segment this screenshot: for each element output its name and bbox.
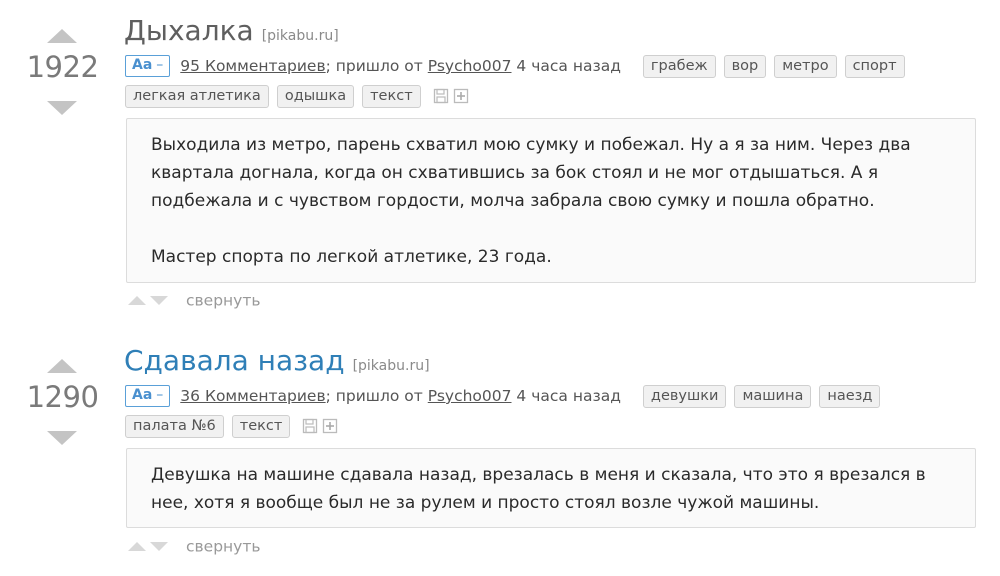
meta-text: 36 Комментариев; пришло от Psycho007 4 ч… [170,384,621,408]
tag[interactable]: текст [362,85,421,108]
author-link[interactable]: Psycho007 [428,387,512,405]
upvote-arrow-icon[interactable] [47,29,77,43]
comments-link[interactable]: 36 Комментариев [180,387,325,405]
time-text: 4 часа назад [511,57,621,75]
downvote-arrow-icon[interactable] [47,431,77,445]
collapse-row: свернуть [128,290,261,310]
font-toggle-label: Aa [132,57,153,73]
story-tags-second-row: палата №6 текст [125,414,338,440]
time-text: 4 часа назад [511,387,621,405]
story-title-line: Сдавала назад [pikabu.ru] [124,344,430,377]
upvote-arrow-icon[interactable] [47,359,77,373]
rating-block: 1922 [20,12,105,122]
rating-block: 1290 [20,342,105,452]
story-tags-second-row: легкая атлетика одышка текст [125,84,469,110]
story-source: [pikabu.ru] [261,28,339,44]
story-paragraph: Выходила из метро, парень схватил мою су… [151,135,911,211]
came-from-text: ; пришло от [325,57,428,75]
font-toggle-dash: – [156,57,164,73]
tags-row: грабеж вор метро спорт [621,54,905,78]
story-meta: Aa –36 Комментариев; пришло от Psycho007 … [125,384,881,410]
font-size-toggle[interactable]: Aa – [125,385,171,407]
collapse-link[interactable]: свернуть [186,292,261,310]
plus-icon[interactable] [322,418,338,438]
save-icon[interactable] [433,88,449,108]
mini-downvote-icon[interactable] [150,296,168,305]
comments-link[interactable]: 95 Комментариев [180,57,325,75]
came-from-text: ; пришло от [325,387,428,405]
mini-downvote-icon[interactable] [150,542,168,551]
tag[interactable]: спорт [844,55,905,78]
story-source: [pikabu.ru] [352,358,430,374]
tag[interactable]: девушки [642,385,727,408]
story-title[interactable]: Сдавала назад [124,344,345,377]
mini-upvote-icon[interactable] [128,542,146,551]
story-content: Девушка на машине сдавала назад, врезала… [126,448,976,528]
font-toggle-label: Aa [132,387,153,403]
story-title-line: Дыхалка [pikabu.ru] [124,14,339,47]
collapse-link[interactable]: свернуть [186,538,261,556]
story-title[interactable]: Дыхалка [124,14,254,47]
plus-icon[interactable] [453,88,469,108]
meta-text: 95 Комментариев; пришло от Psycho007 4 ч… [170,54,621,78]
tag[interactable]: палата №6 [125,415,224,438]
story-meta: Aa –95 Комментариев; пришло от Psycho007 … [125,54,905,80]
font-size-toggle[interactable]: Aa – [125,55,171,77]
story-content: Выходила из метро, парень схватил мою су… [126,118,976,283]
tag[interactable]: легкая атлетика [125,85,269,108]
tag[interactable]: метро [774,55,837,78]
tag[interactable]: вор [723,55,767,78]
mini-upvote-icon[interactable] [128,296,146,305]
tag[interactable]: машина [734,385,812,408]
author-link[interactable]: Psycho007 [428,57,512,75]
tags-row: девушки машина наезд [621,384,881,408]
tag[interactable]: одышка [276,85,355,108]
tag[interactable]: грабеж [642,55,716,78]
story-paragraph: Девушка на машине сдавала назад, врезала… [151,465,926,513]
collapse-row: свернуть [128,536,261,556]
tag[interactable]: текст [231,415,291,438]
downvote-arrow-icon[interactable] [47,101,77,115]
story-paragraph: Мастер спорта по легкой атлетике, 23 год… [151,247,552,267]
save-icon[interactable] [302,418,318,438]
rating-value: 1290 [26,380,99,414]
font-toggle-dash: – [156,387,164,403]
rating-value: 1922 [26,50,99,84]
tag[interactable]: наезд [819,385,881,408]
